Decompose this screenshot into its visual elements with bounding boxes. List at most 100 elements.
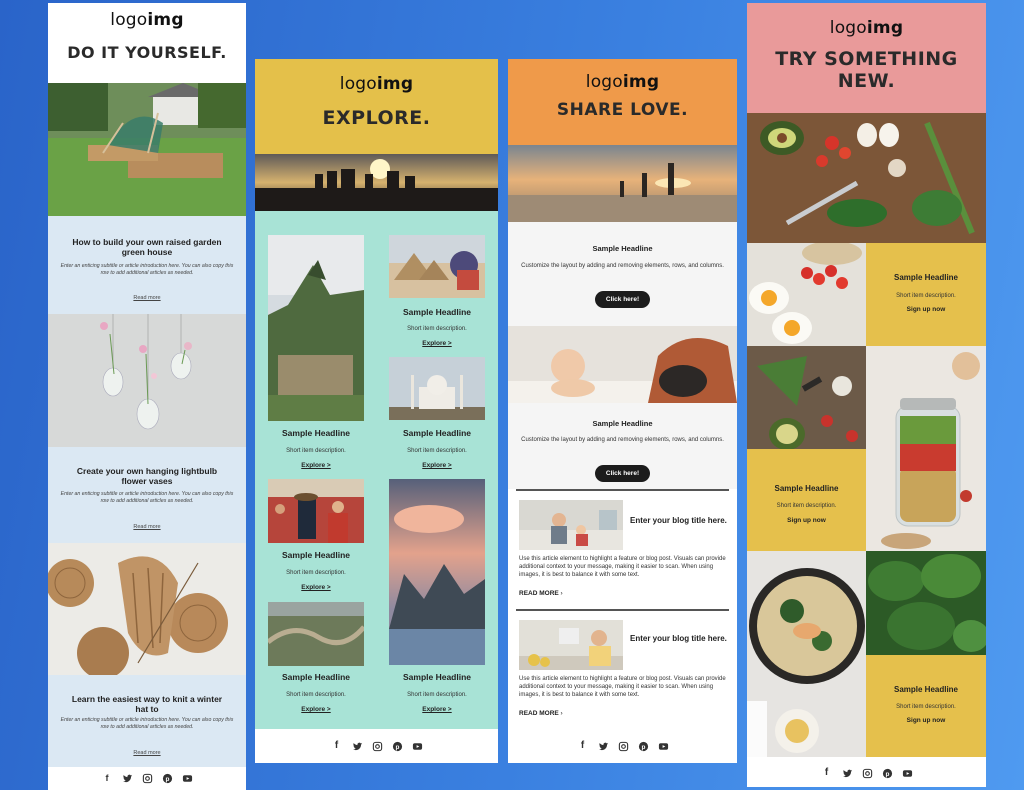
social-links: f p (747, 767, 986, 779)
product-card: Sample Headline Short item description. … (866, 243, 986, 346)
sign-up-link[interactable]: Sign up now (747, 517, 866, 524)
email-template-try-something[interactable]: logoimg TRY SOMETHING NEW. Sample Headli… (747, 3, 986, 787)
page-title: EXPLORE. (322, 107, 431, 129)
email-template-diy[interactable]: logoimg DO IT YOURSELF. How to build you… (48, 3, 246, 790)
email-template-share-love[interactable]: logoimg SHARE LOVE. Sample Headline Cust… (508, 59, 737, 763)
garden-greenhouse-image (48, 83, 246, 216)
taj-mahal-image (389, 357, 485, 420)
youtube-icon[interactable] (658, 741, 669, 752)
baby-image (508, 326, 737, 403)
read-more-link[interactable]: Read more (133, 750, 160, 756)
try-header: logoimg TRY SOMETHING NEW. (747, 3, 986, 113)
card-description: Short item description. (896, 704, 956, 710)
logo: logoimg (110, 10, 184, 30)
youtube-icon[interactable] (902, 768, 913, 779)
page-title: DO IT YOURSELF. (67, 43, 227, 62)
twitter-icon[interactable] (352, 741, 363, 752)
blog-post-image (519, 620, 623, 670)
item-description: Short item description. (286, 570, 346, 576)
twitter-icon[interactable] (598, 741, 609, 752)
svg-text:p: p (641, 743, 645, 750)
read-more-link[interactable]: READ MORE › (519, 590, 563, 597)
social-links: f p (508, 740, 737, 752)
click-here-button[interactable]: Click here! (594, 465, 651, 482)
article-intro: Enter an enticing subtitle or article in… (60, 717, 234, 731)
vegetables-cutting-board-image (747, 113, 986, 243)
block-body: Customize the layout by adding and remov… (521, 263, 724, 269)
read-more-link[interactable]: Read more (133, 295, 160, 301)
beach-family-image (508, 145, 737, 222)
chevron-right-icon: › (560, 710, 563, 717)
salad-jar-image (866, 346, 986, 551)
item-headline: Sample Headline (402, 672, 472, 682)
article-title: How to build your own raised garden gree… (72, 237, 222, 258)
blog-body: Use this article element to highlight a … (519, 676, 726, 699)
item-description: Short item description. (407, 326, 467, 332)
instagram-icon[interactable] (142, 773, 153, 784)
diy-header: logoimg DO IT YOURSELF. (48, 3, 246, 83)
twitter-icon[interactable] (842, 768, 853, 779)
great-wall-image (268, 602, 364, 666)
instagram-icon[interactable] (862, 768, 873, 779)
share-header: logoimg SHARE LOVE. (508, 59, 737, 145)
item-headline: Sample Headline (402, 428, 472, 438)
click-here-button[interactable]: Click here! (594, 291, 651, 308)
explore-link[interactable]: Explore > (376, 706, 498, 713)
explore-link[interactable]: Explore > (376, 340, 498, 347)
sign-up-link[interactable]: Sign up now (866, 717, 986, 724)
explore-link[interactable]: Explore > (255, 462, 377, 469)
facebook-icon[interactable]: f (577, 740, 589, 752)
instagram-icon[interactable] (618, 741, 629, 752)
svg-text:p: p (166, 775, 170, 782)
content-block: Sample Headline Customize the layout by … (508, 403, 737, 489)
item-headline: Sample Headline (281, 672, 351, 682)
article-intro: Enter an enticing subtitle or article in… (60, 491, 234, 505)
divider (516, 609, 729, 611)
facebook-icon[interactable]: f (821, 767, 833, 779)
logo: logoimg (585, 72, 660, 92)
facebook-icon[interactable]: f (101, 772, 113, 784)
product-card: Sample Headline Short item description. … (866, 655, 986, 757)
social-links: f p (48, 772, 246, 784)
explore-link[interactable]: Explore > (255, 706, 377, 713)
divider (516, 489, 729, 491)
machu-picchu-image (268, 235, 364, 421)
dolomites-lake-image (389, 479, 485, 665)
youtube-icon[interactable] (182, 773, 193, 784)
item-description: Short item description. (286, 448, 346, 454)
twitter-icon[interactable] (122, 773, 133, 784)
item-description: Short item description. (407, 692, 467, 698)
canvas: { "logo": {"prefix": "logo", "bold": "im… (0, 0, 1024, 790)
product-card: Sample Headline Short item description. … (747, 449, 866, 551)
page-title: TRY SOMETHING NEW. (775, 48, 958, 92)
item-description: Short item description. (407, 448, 467, 454)
card-description: Short item description. (776, 503, 837, 509)
read-more-link[interactable]: READ MORE › (519, 710, 563, 717)
svg-text:p: p (885, 770, 889, 777)
pinterest-icon[interactable]: p (392, 741, 403, 752)
pinterest-icon[interactable]: p (882, 768, 893, 779)
card-headline: Sample Headline (893, 273, 959, 282)
explore-link[interactable]: Explore > (255, 584, 377, 591)
pyramids-image (389, 235, 485, 298)
pinterest-icon[interactable]: p (638, 741, 649, 752)
sign-up-link[interactable]: Sign up now (866, 306, 986, 313)
item-headline: Sample Headline (402, 307, 472, 317)
article-panel: How to build your own raised garden gree… (48, 216, 246, 314)
explore-link[interactable]: Explore > (376, 462, 498, 469)
read-more-link[interactable]: Read more (133, 524, 160, 530)
item-headline: Sample Headline (281, 550, 351, 560)
content-block: Sample Headline Customize the layout by … (508, 222, 737, 326)
stonehenge-sunset-image (255, 154, 498, 211)
instagram-icon[interactable] (372, 741, 383, 752)
youtube-icon[interactable] (412, 741, 423, 752)
article-panel: Learn the easiest way to knit a winter h… (48, 675, 246, 767)
footer: f p (255, 729, 498, 763)
facebook-icon[interactable]: f (331, 740, 343, 752)
salad-ingredients-image (747, 346, 866, 449)
blog-post-image (519, 500, 623, 550)
lightbulb-vases-image (48, 314, 246, 447)
email-template-explore[interactable]: logoimg EXPLORE. Sample Headline Short i… (255, 59, 498, 763)
pinterest-icon[interactable]: p (162, 773, 173, 784)
yarn-knitting-image (48, 543, 246, 675)
